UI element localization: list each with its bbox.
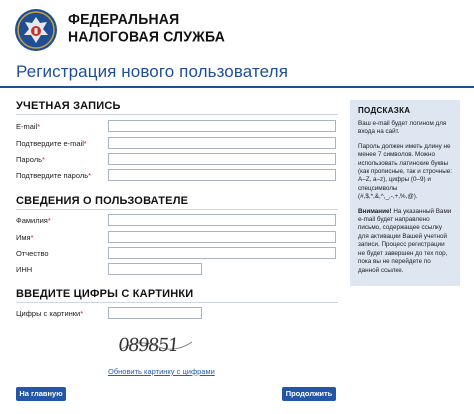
section-title-account: УЧЕТНАЯ ЗАПИСЬ — [16, 100, 121, 112]
section-divider — [16, 114, 338, 115]
org-name-line2: НАЛОГОВАЯ СЛУЖБА — [68, 28, 226, 45]
continue-button[interactable]: Продолжить — [282, 387, 336, 401]
hint-attention-text: Внимание! На указанный Вами e-mail будет… — [358, 207, 452, 274]
section-divider — [16, 302, 338, 303]
section-divider — [16, 209, 338, 210]
email-confirm-input[interactable] — [108, 137, 336, 149]
patronymic-label: Отчество — [16, 249, 49, 258]
email-confirm-label: Подтвердите e-mail* — [16, 139, 87, 148]
inn-input[interactable] — [108, 263, 202, 275]
captcha-image-text: 089851 — [118, 335, 179, 356]
password-input[interactable] — [108, 153, 336, 165]
name-input[interactable] — [108, 231, 336, 243]
page-title: Регистрация нового пользователя — [16, 62, 288, 81]
name-label: Имя* — [16, 233, 34, 242]
hint-password-text: Пароль должен иметь длину не менее 7 сим… — [358, 142, 453, 201]
site-header: ФЕДЕРАЛЬНАЯ НАЛОГОВАЯ СЛУЖБА — [0, 0, 474, 58]
section-title-captcha: ВВЕДИТЕ ЦИФРЫ С КАРТИНКИ — [16, 288, 194, 300]
password-label: Пароль* — [16, 155, 45, 164]
fns-emblem-icon — [15, 9, 57, 51]
email-input[interactable] — [108, 120, 336, 132]
org-name-line1: ФЕДЕРАЛЬНАЯ — [68, 10, 180, 27]
captcha-label: Цифры с картинки* — [16, 309, 84, 318]
hint-panel: ПОДСКАЗКА Ваш e-mail будет логином для в… — [350, 100, 460, 286]
password-confirm-label: Подтвердите пароль* — [16, 171, 92, 180]
email-label: E-mail* — [16, 122, 41, 131]
surname-input[interactable] — [108, 214, 336, 226]
inn-label: ИНН — [16, 265, 33, 274]
section-title-user: СВЕДЕНИЯ О ПОЛЬЗОВАТЕЛЕ — [16, 195, 189, 207]
org-name: ФЕДЕРАЛЬНАЯ НАЛОГОВАЯ СЛУЖБА — [68, 10, 225, 46]
hint-title: ПОДСКАЗКА — [358, 106, 411, 115]
patronymic-input[interactable] — [108, 247, 336, 259]
title-divider — [0, 86, 474, 88]
surname-label: Фамилия* — [16, 216, 51, 225]
password-confirm-input[interactable] — [108, 169, 336, 181]
home-button[interactable]: На главную — [16, 387, 66, 401]
captcha-image: 089851 — [118, 335, 193, 356]
refresh-captcha-link[interactable]: Обновить картинку с цифрами — [108, 367, 215, 376]
captcha-input[interactable] — [108, 307, 202, 319]
hint-login-text: Ваш e-mail будет логином для входа на са… — [358, 120, 447, 136]
hint-attention-label: Внимание! — [358, 207, 392, 215]
